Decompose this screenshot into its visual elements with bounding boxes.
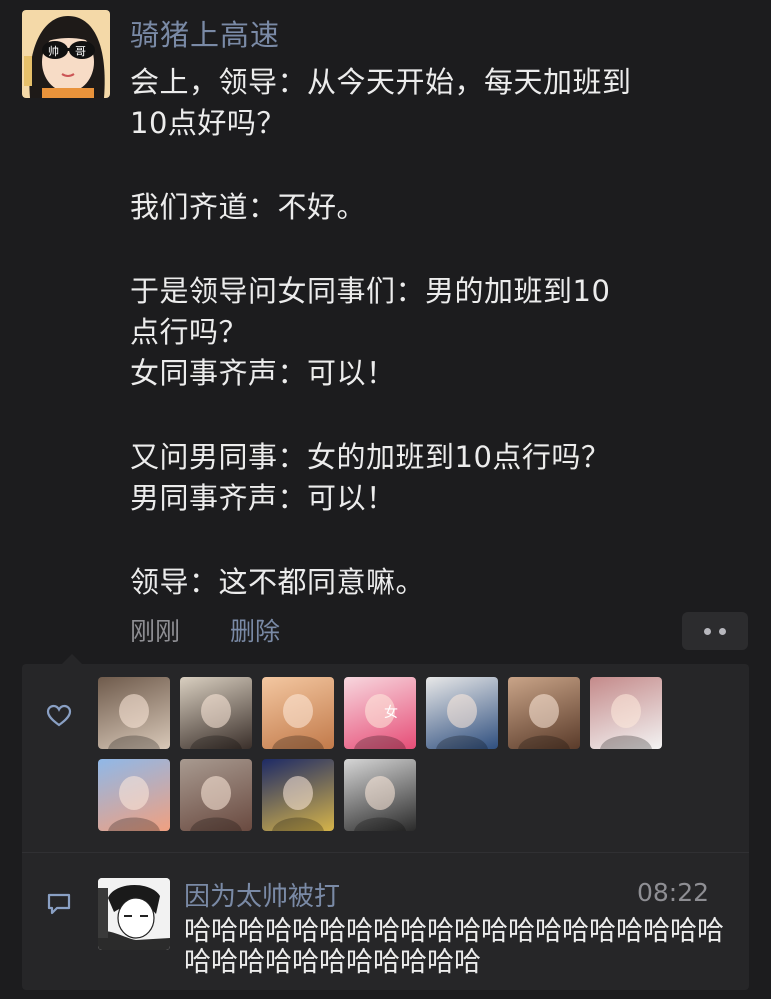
comment-author-avatar[interactable] xyxy=(98,878,170,950)
post-line: 点行吗？ xyxy=(130,315,249,349)
panel-arrow xyxy=(62,654,82,664)
anime-boy-avatar[interactable] xyxy=(98,759,170,831)
more-options-button[interactable] xyxy=(682,612,748,650)
post-line: 女同事齐声：可以！ xyxy=(130,356,396,390)
divider xyxy=(22,852,749,853)
comment-text[interactable]: 哈哈哈哈哈哈哈哈哈哈哈哈哈哈哈哈哈哈哈哈哈哈哈哈哈哈哈哈哈哈哈 xyxy=(184,916,729,978)
cartoon-girl-sunglasses-avatar-icon: 帅 哥 xyxy=(22,10,110,98)
post-time: 刚刚 xyxy=(130,617,181,646)
likes-comments-panel: 女 因为太帅被打 08:22 哈哈哈哈哈哈哈哈哈哈哈哈哈哈哈哈哈哈哈哈哈哈哈哈哈… xyxy=(22,654,749,990)
comment-time: 08:22 xyxy=(636,878,709,907)
dot-icon xyxy=(719,627,726,635)
girl-hat-photo-avatar[interactable] xyxy=(508,677,580,749)
author-avatar[interactable]: 帅 哥 xyxy=(22,10,110,98)
post-line: 10点好吗？ xyxy=(130,106,286,140)
cartoon-sailor-hat-avatar[interactable] xyxy=(426,677,498,749)
author-name[interactable]: 骑猪上高速 xyxy=(130,12,280,54)
post-line: 男同事齐声：可以！ xyxy=(130,481,396,515)
post-text: 会上，领导：从今天开始，每天加班到 10点好吗？ 我们齐道：不好。 于是领导问女… xyxy=(130,62,740,603)
couple-photo-avatar[interactable] xyxy=(344,759,416,831)
post-line: 又问男同事：女的加班到10点行吗？ xyxy=(130,440,611,474)
dot-icon xyxy=(704,627,711,635)
avatar-glasses-text-right: 哥 xyxy=(75,45,86,58)
avatar-text: 女 xyxy=(384,704,398,721)
food-table-avatar[interactable] xyxy=(180,759,252,831)
comment-author-name[interactable]: 因为太帅被打 xyxy=(184,876,340,913)
anime-girl-bear-avatar[interactable] xyxy=(262,677,334,749)
post-line: 我们齐道：不好。 xyxy=(130,190,367,224)
cartoon-girl-glasses-avatar[interactable]: 女 xyxy=(344,677,416,749)
post-line: 会上，领导：从今天开始，每天加班到 xyxy=(130,65,632,99)
girl-eating-avatar[interactable] xyxy=(180,677,252,749)
post-line: 于是领导问女同事们：男的加班到10 xyxy=(130,274,611,308)
avatar-glasses-text-left: 帅 xyxy=(48,45,59,58)
post-line: 领导：这不都同意嘛。 xyxy=(130,565,426,599)
white-cat-avatar[interactable] xyxy=(590,677,662,749)
comment-bubble-icon xyxy=(47,893,71,915)
blurry-pet-avatar[interactable] xyxy=(98,677,170,749)
post-meta: 刚刚 删除 xyxy=(130,612,322,648)
heart-outline-icon xyxy=(46,704,72,727)
night-sky-avatar[interactable] xyxy=(262,759,334,831)
manga-boy-avatar-icon xyxy=(98,878,170,950)
delete-button[interactable]: 删除 xyxy=(230,617,280,646)
